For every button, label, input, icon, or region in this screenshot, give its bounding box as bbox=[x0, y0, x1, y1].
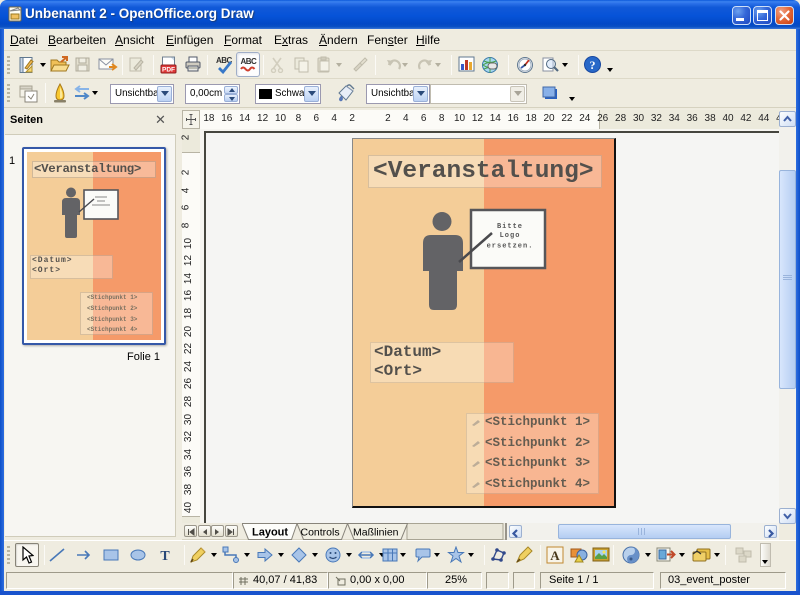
svg-text:A: A bbox=[550, 548, 560, 563]
svg-text:Maßlinien: Maßlinien bbox=[353, 527, 399, 539]
svg-text:?: ? bbox=[590, 58, 596, 72]
svg-text:Controls: Controls bbox=[301, 527, 340, 539]
svg-text:Layout: Layout bbox=[252, 527, 288, 539]
svg-text:PDF: PDF bbox=[162, 67, 175, 74]
svg-text:Bitte: Bitte bbox=[497, 223, 523, 231]
svg-text:T: T bbox=[160, 549, 170, 564]
svg-text:ersetzen.: ersetzen. bbox=[487, 243, 534, 251]
svg-text:Logo: Logo bbox=[500, 232, 521, 240]
svg-text:ABC: ABC bbox=[241, 57, 258, 66]
